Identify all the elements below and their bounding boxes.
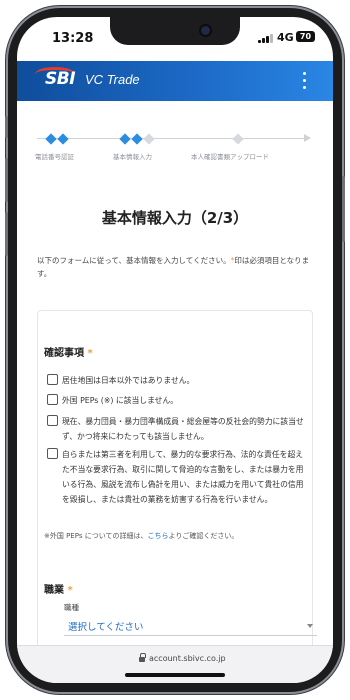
volume-up-button [5,158,8,202]
note-text: ※外国 PEPs についての詳細は、 [44,532,148,540]
confirm-item-4[interactable]: 自らまたは第三者を利用して、暴力的な要求行為、法的な責任を超えた不当な要求行為、… [47,447,305,507]
notch [110,17,240,45]
peps-details-link[interactable]: こちら [148,532,169,540]
confirm-item-text: 自らまたは第三者を利用して、暴力的な要求行為、法的な責任を超えた不当な要求行為、… [62,450,304,504]
logo-sbi: SBI [45,69,76,89]
step-2-marker [119,133,131,145]
checkbox[interactable] [47,415,58,426]
more-vertical-icon[interactable] [297,68,313,94]
step-label-id-upload: 本人確認書類アップロード [191,153,269,161]
confirm-item-text: 現在、暴力団員・暴力団準構成員・総会屋等の反社会的勢力に該当せず、かつ将来にわた… [62,417,304,441]
job-type-label: 職種 [64,603,79,612]
signal-bars-icon [258,34,274,43]
stepper-arrow-icon [304,134,311,142]
confirmation-title-text: 確認事項 [44,348,84,359]
progress-stepper: 電話番号認証 基本情報入力 本人確認書類アップロード [17,101,333,161]
logo-vc-trade: VC Trade [85,72,140,87]
lock-icon [139,653,146,662]
url-text: account.sbivc.co.jp [149,654,226,663]
browser-url-bar[interactable]: account.sbivc.co.jp [17,645,333,683]
step-label-basic-info: 基本情報入力 [113,153,152,161]
step-2-marker [143,133,155,145]
confirm-item-text: 外国 PEPs (※) に該当しません。 [62,396,179,405]
occupation-title-text: 職業 [44,585,64,596]
network-type: 4G [277,31,294,44]
confirm-item-text: 居住地国は日本以外ではありません。 [62,376,195,385]
confirm-item-3[interactable]: 現在、暴力団員・暴力団準構成員・総会屋等の反社会的勢力に該当せず、かつ将来にわた… [47,414,305,444]
home-indicator[interactable] [125,673,225,677]
required-star: * [67,585,73,596]
power-button [342,176,345,242]
phone-screen: 13:28 4G 70 SBI VC Trade 電話番号認証 基本情報入力 本… [17,17,333,683]
battery-icon: 70 [296,31,315,42]
checkbox[interactable] [47,448,58,459]
chevron-down-icon [307,624,313,628]
checkbox[interactable] [47,374,58,385]
step-3-marker [232,133,244,145]
step-2-marker [131,133,143,145]
checkbox[interactable] [47,394,58,405]
job-type-select-value: 選択してください [68,622,144,633]
app-header: SBI VC Trade [17,61,333,101]
form-intro: 以下のフォームに従って、基本情報を入力してください。*印は必須項目となります。 [37,254,317,280]
confirmation-section-title: 確認事項 * [44,344,93,359]
status-time: 13:28 [52,31,94,46]
note-text-end: よりご確認ください。 [168,532,239,540]
front-camera [201,26,210,35]
step-1-marker [57,133,69,145]
confirm-item-1[interactable]: 居住地国は日本以外ではありません。 [47,373,305,388]
intro-text: 以下のフォームに従って、基本情報を入力してください。 [37,256,231,265]
volume-down-button [5,212,8,256]
confirm-item-2[interactable]: 外国 PEPs (※) に該当しません。 [47,393,305,408]
step-1-marker [45,133,57,145]
mute-switch [5,116,8,138]
peps-note: ※外国 PEPs についての詳細は、こちらよりご確認ください。 [44,531,304,541]
required-star: * [87,348,93,359]
job-type-select[interactable]: 選択してください [64,616,317,636]
stepper-line [37,138,307,139]
page-title: 基本情報入力（2/3） [101,209,249,227]
occupation-section-title: 職業 * [44,581,73,596]
step-label-phone: 電話番号認証 [35,153,74,161]
